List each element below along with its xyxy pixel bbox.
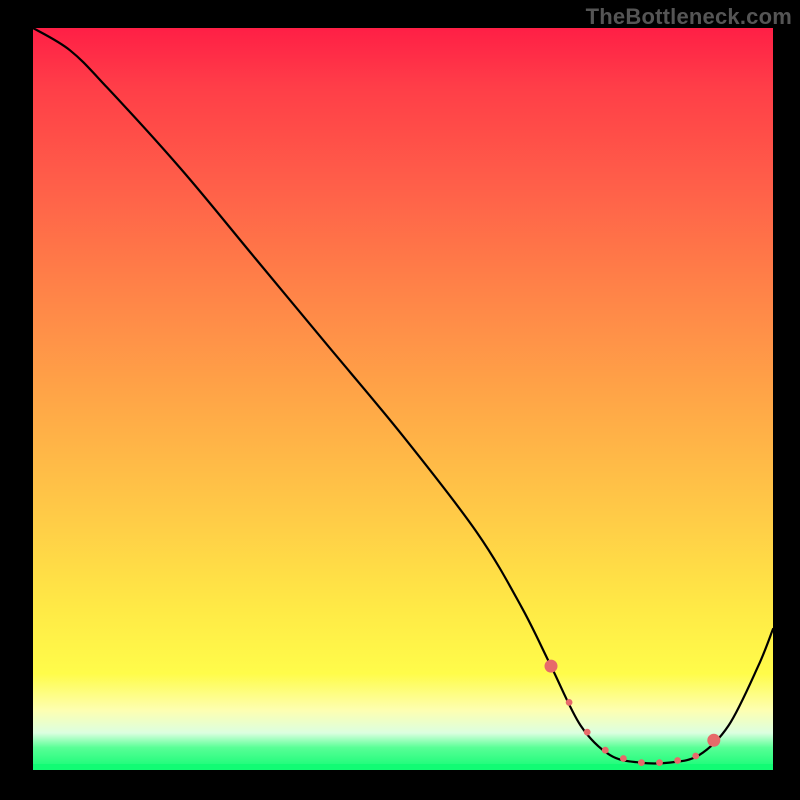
optimal-marker [584,729,591,736]
optimal-marker [692,753,699,760]
optimal-marker [566,699,573,706]
optimal-end-marker [707,734,720,747]
optimal-marker [602,747,609,754]
optimal-marker [656,759,663,766]
optimal-range-markers [545,660,721,766]
bottleneck-curve-path [33,28,773,764]
plot-area [33,28,773,770]
optimal-end-marker [545,660,558,673]
curve-svg [33,28,773,770]
optimal-marker [638,759,645,766]
watermark-text: TheBottleneck.com [586,4,792,30]
chart-frame: TheBottleneck.com [0,0,800,800]
optimal-marker [620,755,627,762]
optimal-marker [674,757,681,764]
